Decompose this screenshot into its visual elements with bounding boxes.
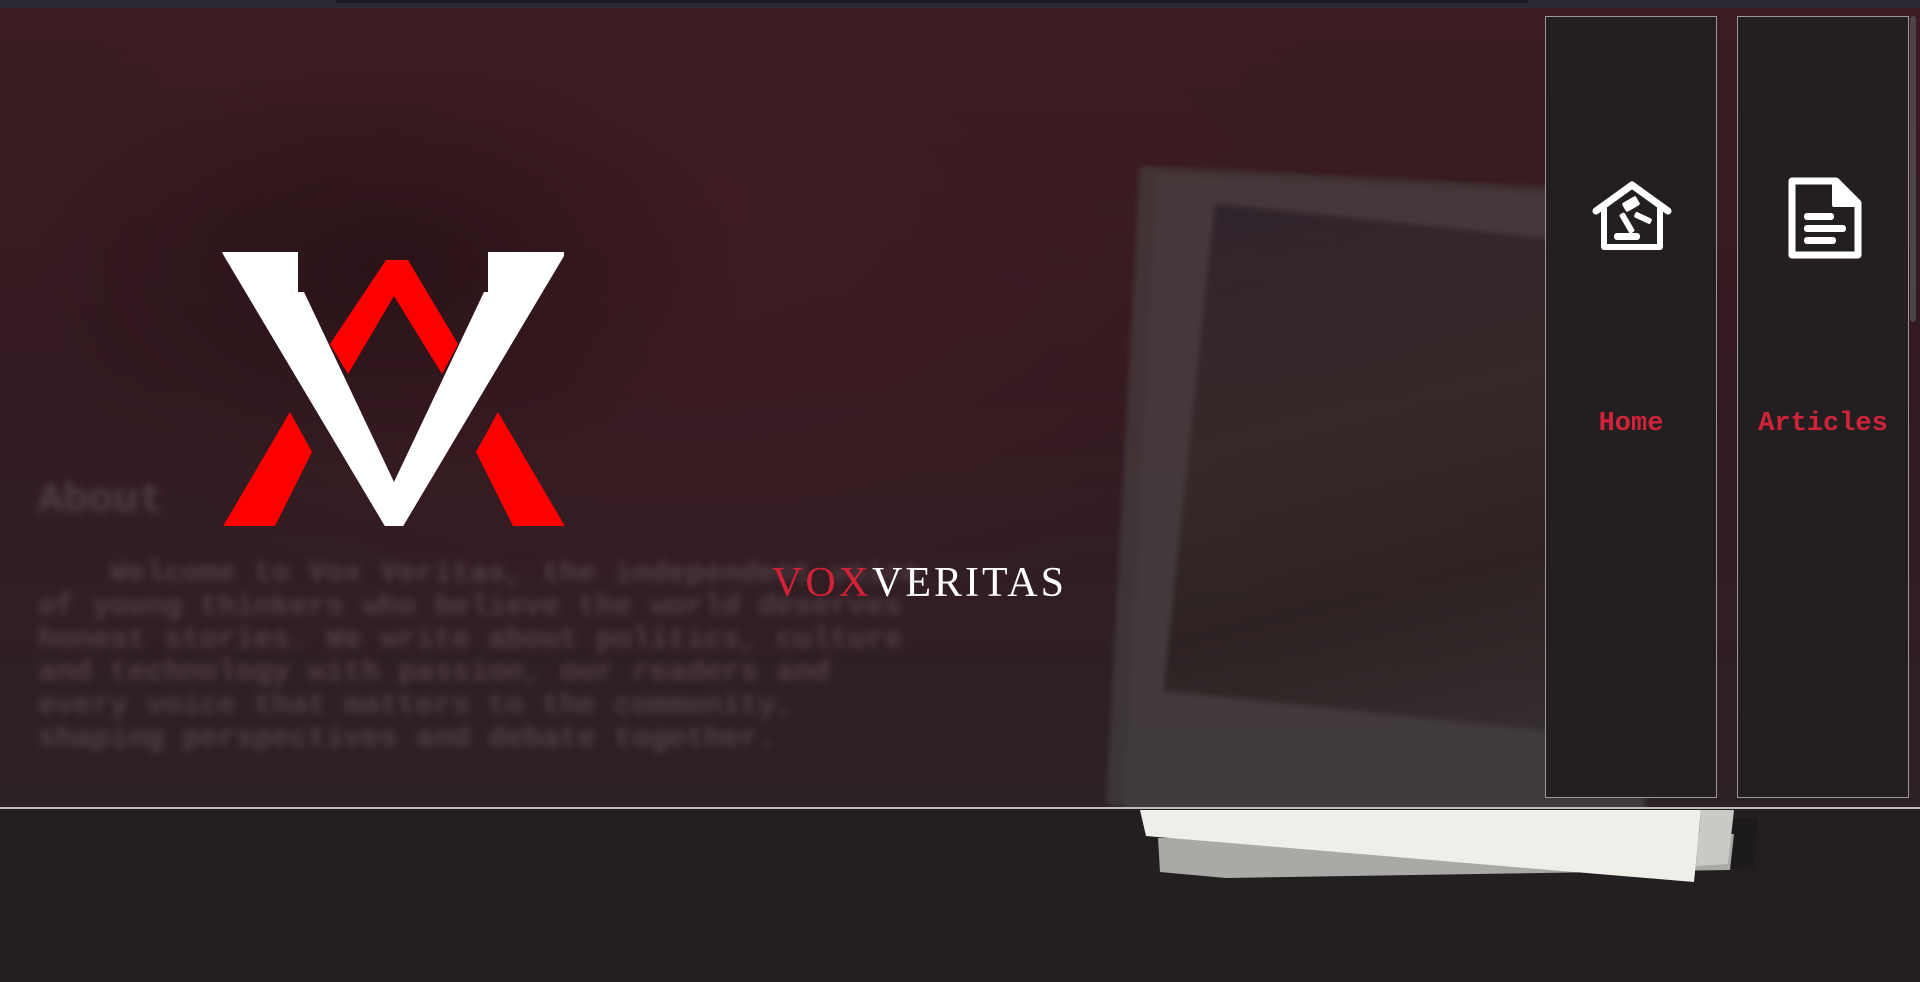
nav-panel-articles[interactable]: Articles [1737, 16, 1909, 798]
vox-veritas-logo [222, 252, 565, 526]
nav-label-articles: Articles [1758, 409, 1888, 439]
brand-name: VOXVERITAS [772, 559, 1067, 607]
logo-red-chevron [330, 260, 458, 374]
paper-stack-decoration [1140, 810, 1758, 882]
loading-bar [336, 0, 1528, 3]
top-strip [0, 0, 1920, 8]
logo-red-left [223, 412, 312, 526]
nav-label-home: Home [1598, 409, 1664, 439]
brand-vox: VOX [772, 560, 872, 606]
brand-veritas: VERITAS [872, 560, 1067, 606]
logo-red-right [476, 412, 565, 526]
house-gavel-icon [1592, 181, 1672, 250]
scrollbar[interactable] [1910, 16, 1916, 322]
nav-panel-home[interactable]: Home [1545, 16, 1717, 798]
document-icon [1788, 177, 1862, 259]
